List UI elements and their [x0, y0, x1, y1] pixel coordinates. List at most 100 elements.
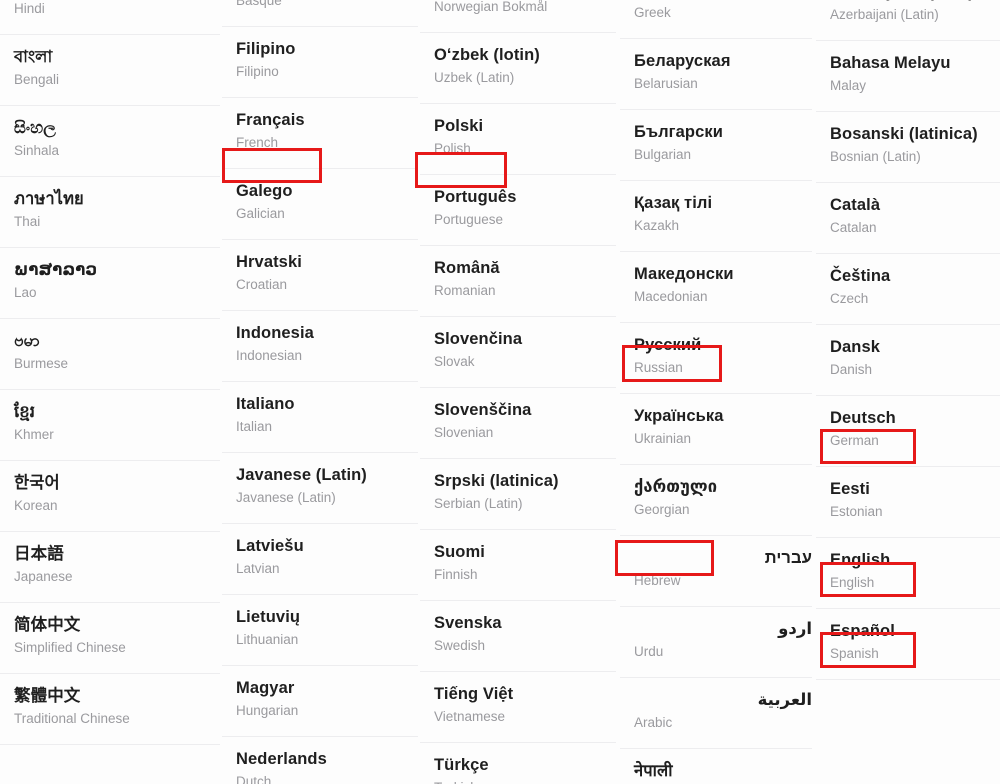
language-native-name: ພາສາລາວ: [14, 261, 98, 279]
language-english-name: Greek: [634, 4, 671, 20]
language-list-item[interactable]: Deutsch German: [816, 396, 1000, 467]
language-english-name: Czech: [830, 290, 869, 306]
language-list-item[interactable]: English English: [816, 538, 1000, 609]
language-column: Ελληνικά Greek Беларуская Belarusian Българс…: [620, 0, 812, 784]
language-list-item[interactable]: Srpski (latinica) Serbian (Latin): [420, 459, 616, 530]
language-list-item[interactable]: Slovenščina Slovenian: [420, 388, 616, 459]
language-list-item[interactable]: Қазақ тілі Kazakh: [620, 181, 812, 252]
language-list-item[interactable]: Español Spanish: [816, 609, 1000, 680]
language-list-item[interactable]: ພາສາລາວ Lao: [0, 248, 220, 319]
language-column: EuskaraBasque Filipino Filipino Français Fre…: [222, 0, 418, 784]
language-english-name: Indonesian: [236, 347, 303, 363]
language-english-name: Belarusian: [634, 75, 698, 91]
language-list-item[interactable]: Javanese (Latin) Javanese (Latin): [222, 453, 418, 524]
language-list-item[interactable]: नेपालीNepali: [620, 749, 812, 784]
language-list-item[interactable]: Polski Polish: [420, 104, 616, 175]
language-list-item[interactable]: ქართული Georgian: [620, 465, 812, 536]
language-list-item[interactable]: Filipino Filipino: [222, 27, 418, 98]
language-list-item[interactable]: Français French: [222, 98, 418, 169]
language-list-item[interactable]: 한국어 Korean: [0, 461, 220, 532]
language-english-name: Georgian: [634, 501, 690, 517]
language-native-name: Ελληνικά: [634, 0, 812, 1]
language-english-name: Sinhala: [14, 142, 60, 158]
language-english-name: Vietnamese: [434, 708, 506, 724]
language-native-name: Беларуская: [634, 52, 731, 70]
language-native-name: Русский: [634, 336, 702, 354]
language-list-item[interactable]: Ελληνικά Greek: [620, 0, 812, 39]
language-list-item[interactable]: Nederlands Dutch: [222, 737, 418, 784]
language-english-name: Korean: [14, 497, 58, 513]
language-list-item[interactable]: Català Catalan: [816, 183, 1000, 254]
language-english-name: Polish: [434, 140, 471, 156]
language-list-item[interactable]: Eesti Estonian: [816, 467, 1000, 538]
language-column: Norsk bokmålNorwegian BokmålOʻzbek (loti…: [420, 0, 616, 784]
language-native-name: العربية: [757, 691, 812, 709]
language-list-item[interactable]: Bosanski (latinica) Bosnian (Latin): [816, 112, 1000, 183]
language-list-item[interactable]: 繁體中文 Traditional Chinese: [0, 674, 220, 745]
language-list-item[interactable]: EuskaraBasque: [222, 0, 418, 27]
language-list-item[interactable]: Русский Russian: [620, 323, 812, 394]
language-native-name: Lietuvių: [236, 608, 301, 626]
language-list-item[interactable]: Galego Galician: [222, 169, 418, 240]
language-list-item[interactable]: Oʻzbek (lotin) Uzbek (Latin): [420, 33, 616, 104]
language-list-item[interactable]: Українська Ukrainian: [620, 394, 812, 465]
language-english-name: Hungarian: [236, 702, 299, 718]
language-column: Azərbaycan (latın) Azerbaijani (Latin) Bah…: [816, 0, 1000, 680]
language-list-item[interactable]: Português Portuguese: [420, 175, 616, 246]
language-list-item[interactable]: עברית Hebrew: [620, 536, 812, 607]
language-list-item[interactable]: Lietuvių Lithuanian: [222, 595, 418, 666]
language-list-item[interactable]: ภาษาไทย Thai: [0, 177, 220, 248]
language-native-name: Tiếng Việt: [434, 685, 514, 703]
language-list-item[interactable]: العربية Arabic: [620, 678, 812, 749]
language-native-name: Slovenčina: [434, 330, 523, 348]
language-list-item[interactable]: Indonesia Indonesian: [222, 311, 418, 382]
language-native-name: Azərbaycan (latın): [830, 0, 1000, 3]
language-list-item[interactable]: Bahasa Melayu Malay: [816, 41, 1000, 112]
language-list-item[interactable]: Dansk Danish: [816, 325, 1000, 396]
language-list-item[interactable]: Hrvatski Croatian: [222, 240, 418, 311]
language-list-item[interactable]: Română Romanian: [420, 246, 616, 317]
language-native-name: Română: [434, 259, 500, 277]
language-list-item[interactable]: Norsk bokmålNorwegian Bokmål: [420, 0, 616, 33]
language-list-item[interactable]: বাংলা Bengali: [0, 35, 220, 106]
language-list-item[interactable]: Azərbaycan (latın) Azerbaijani (Latin): [816, 0, 1000, 41]
language-list-item[interactable]: Беларуская Belarusian: [620, 39, 812, 110]
language-list-item[interactable]: 日本語 Japanese: [0, 532, 220, 603]
language-english-name: German: [830, 432, 879, 448]
language-native-name: Български: [634, 123, 723, 141]
language-list-item[interactable]: සිංහල Sinhala: [0, 106, 220, 177]
language-list-item[interactable]: Türkçe Turkish: [420, 743, 616, 784]
language-list-item[interactable]: Slovenčina Slovak: [420, 317, 616, 388]
language-list-item[interactable]: Македонски Macedonian: [620, 252, 812, 323]
language-native-name: 日本語: [14, 545, 64, 563]
language-list-item[interactable]: Tiếng Việt Vietnamese: [420, 672, 616, 743]
language-english-name: Thai: [14, 213, 41, 229]
language-english-name: Turkish: [434, 779, 616, 784]
language-list-item[interactable]: Svenska Swedish: [420, 601, 616, 672]
language-list-item[interactable]: Magyar Hungarian: [222, 666, 418, 737]
language-native-name: Suomi: [434, 543, 485, 561]
language-list-item[interactable]: हिन्दीHindi: [0, 0, 220, 35]
language-native-name: Hrvatski: [236, 253, 302, 271]
language-english-name: Estonian: [830, 503, 883, 519]
language-list-item[interactable]: Italiano Italian: [222, 382, 418, 453]
language-english-name: English: [830, 574, 875, 590]
language-english-name: Galician: [236, 205, 285, 221]
language-native-name: ဗမာ: [14, 332, 40, 350]
language-native-name: Bosanski (latinica): [830, 125, 978, 143]
language-list-item[interactable]: اردو Urdu: [620, 607, 812, 678]
language-english-name: Macedonian: [634, 288, 708, 304]
language-list-item[interactable]: Български Bulgarian: [620, 110, 812, 181]
language-list-item[interactable]: ဗမာ Burmese: [0, 319, 220, 390]
language-native-name: עברית: [764, 549, 812, 567]
language-english-name: Burmese: [14, 355, 69, 371]
language-list-item[interactable]: ខ្មែរ Khmer: [0, 390, 220, 461]
language-english-name: Serbian (Latin): [434, 495, 523, 511]
language-list-item[interactable]: Čeština Czech: [816, 254, 1000, 325]
language-list-item[interactable]: Suomi Finnish: [420, 530, 616, 601]
language-list-item[interactable]: 简体中文 Simplified Chinese: [0, 603, 220, 674]
language-list-item[interactable]: Latviešu Latvian: [222, 524, 418, 595]
language-english-name: Azerbaijani (Latin): [830, 6, 939, 22]
language-english-name: Uzbek (Latin): [434, 69, 515, 85]
language-native-name: Português: [434, 188, 517, 206]
